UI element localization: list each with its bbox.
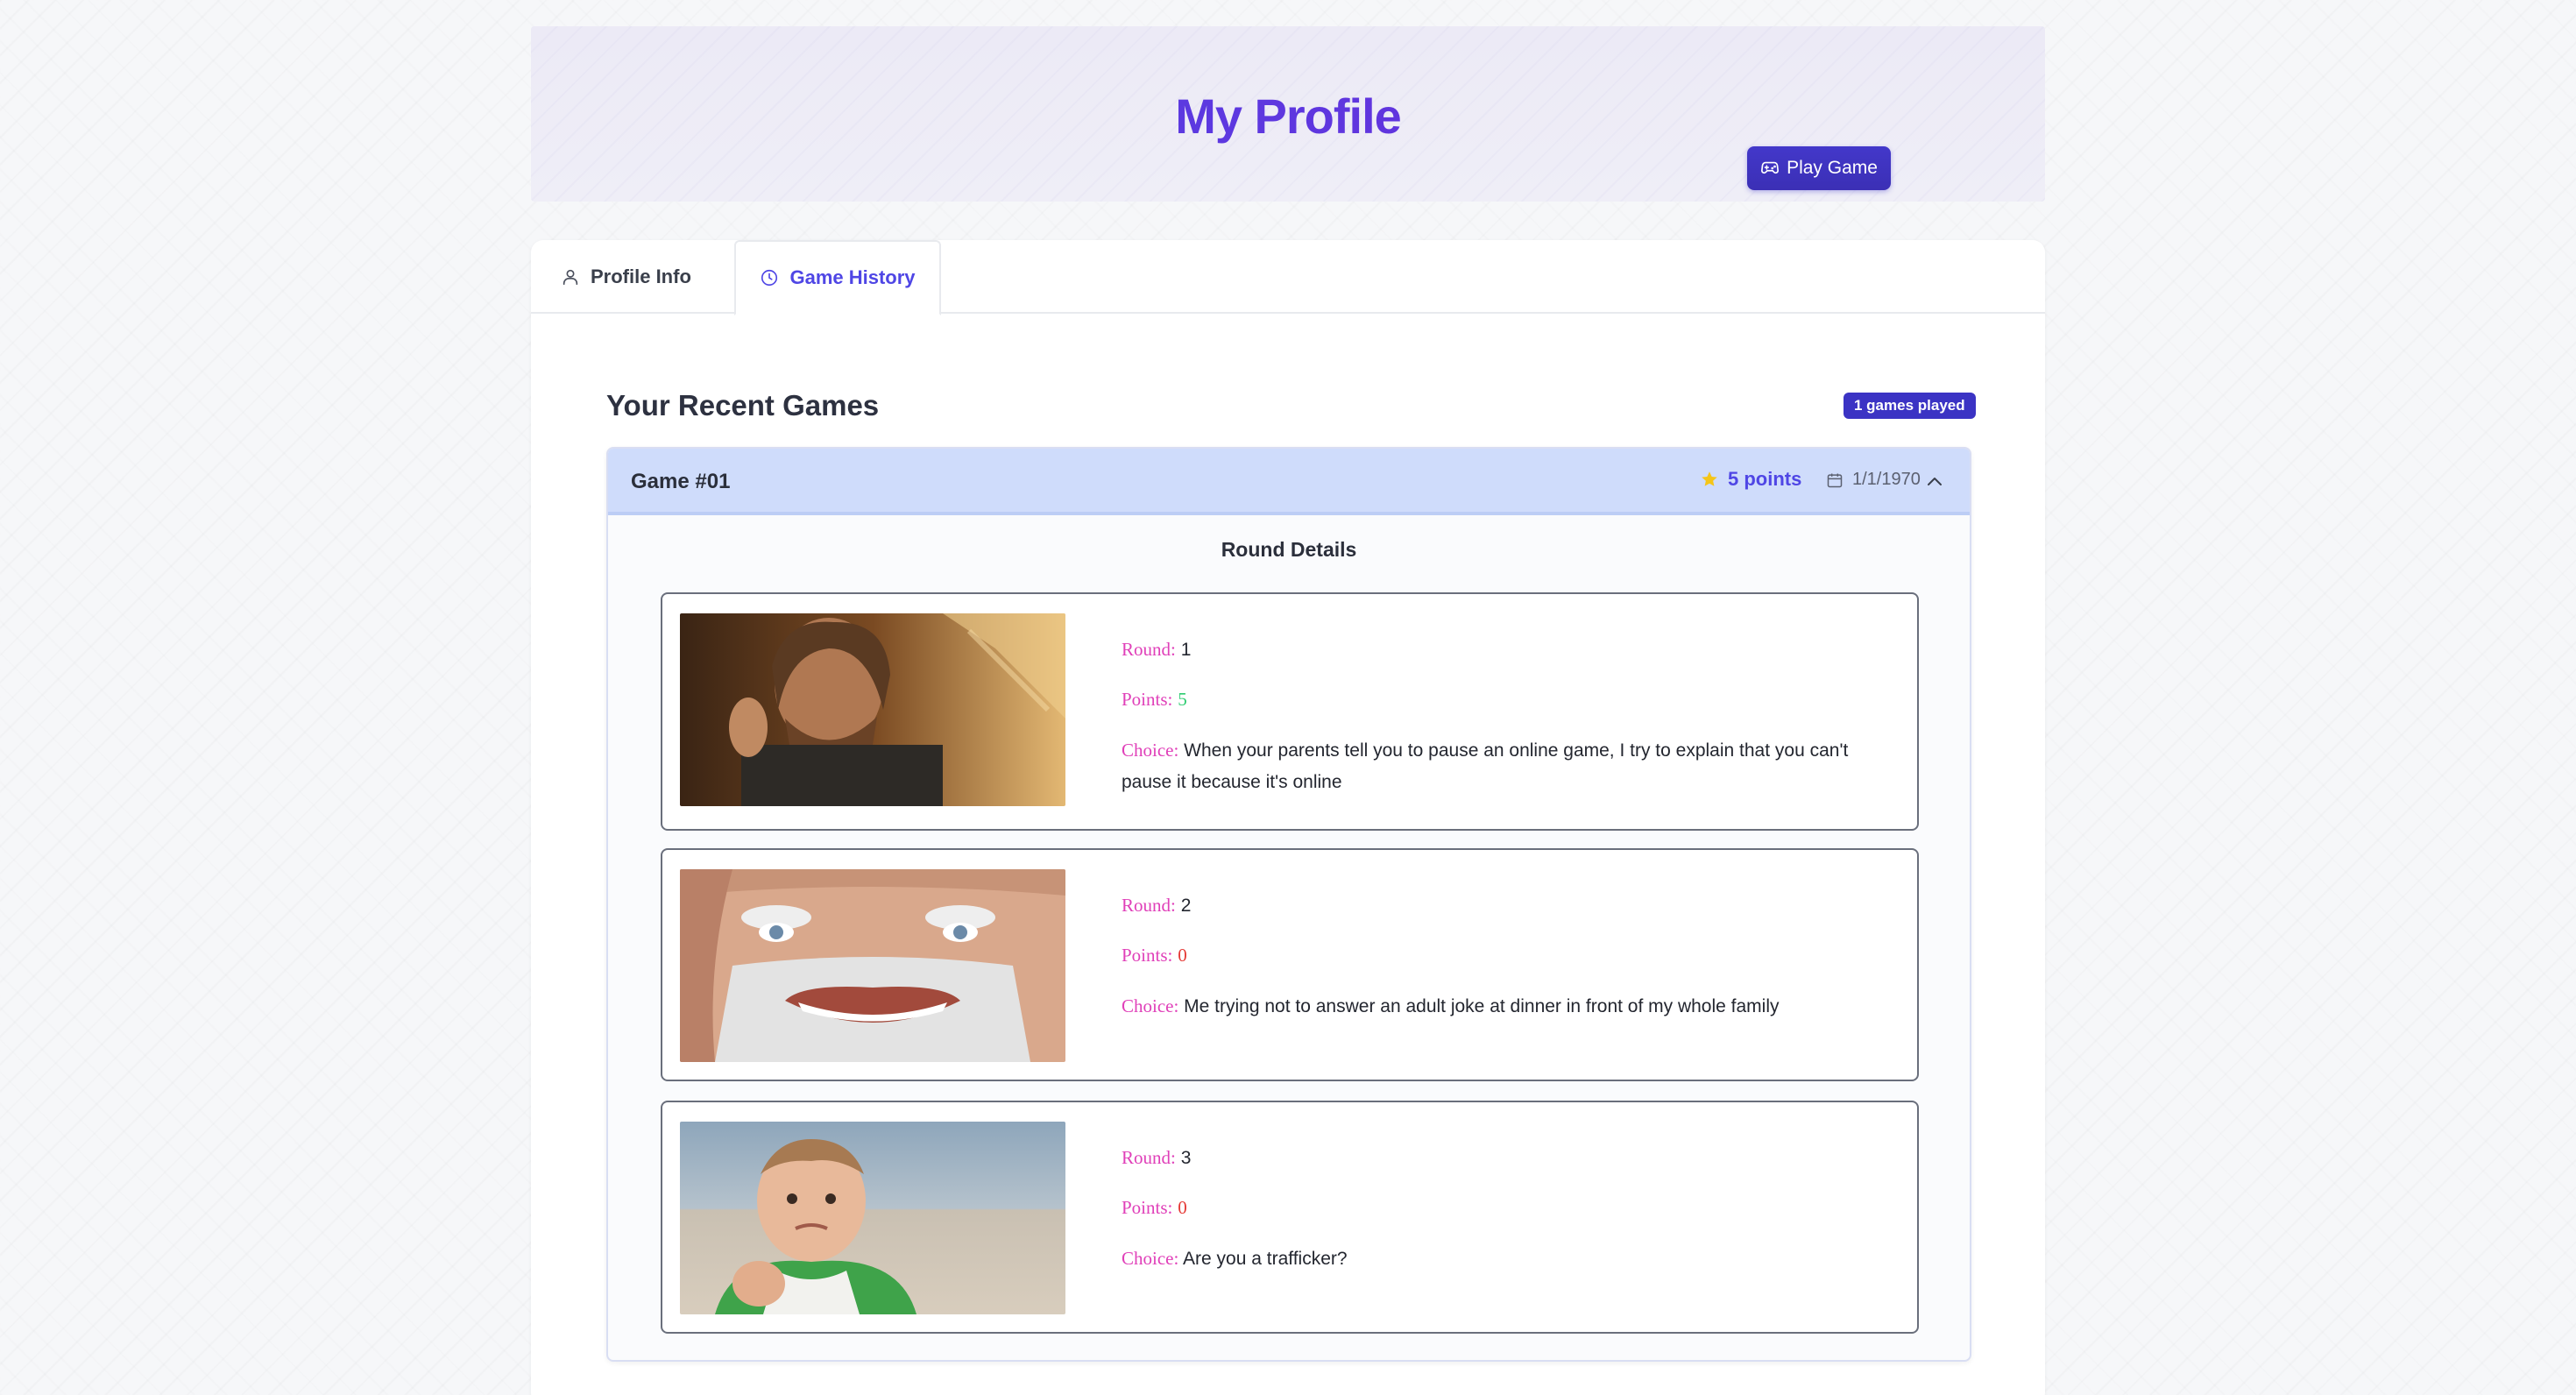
round-choice-line: Choice: When your parents tell you to pa… <box>1122 734 1893 798</box>
section-title: Your Recent Games <box>606 389 880 421</box>
round-card: Round: 1 Points: 5 Choice: When your par… <box>661 592 1919 831</box>
profile-card: Profile Info Game History Your Recent Ga… <box>531 240 2045 1395</box>
choice-label: Choice: <box>1122 740 1179 761</box>
game-date: 1/1/1970 <box>1826 470 1921 490</box>
round-number-line: Round: 2 <box>1122 890 1893 921</box>
round-label: Round: <box>1122 639 1176 660</box>
game-points: 5 points <box>1700 468 1801 491</box>
round-choice: Are you a trafficker? <box>1183 1249 1348 1269</box>
round-number: 1 <box>1180 640 1192 660</box>
round-number: 2 <box>1180 896 1192 916</box>
game-header[interactable]: Game #01 5 points 1/1/1970 <box>608 449 1970 515</box>
user-icon <box>563 269 578 286</box>
round-choice: Me trying not to answer an adult joke at… <box>1184 996 1780 1016</box>
tab-profile-info[interactable]: Profile Info <box>561 240 709 314</box>
round-meme-image <box>680 869 1065 1062</box>
tab-game-history[interactable]: Game History <box>734 240 941 315</box>
round-points: 5 <box>1178 689 1187 710</box>
clock-icon <box>761 269 778 287</box>
play-game-label: Play Game <box>1787 158 1878 178</box>
round-card: Round: 2 Points: 0 Choice: Me trying not… <box>661 848 1919 1081</box>
round-choice: When your parents tell you to pause an o… <box>1122 740 1849 792</box>
round-number-line: Round: 3 <box>1122 1143 1893 1173</box>
page-title: My Profile <box>531 88 2045 145</box>
calendar-icon <box>1827 473 1843 487</box>
play-game-button[interactable]: Play Game <box>1747 146 1891 190</box>
chevron-up-icon[interactable] <box>1924 471 1945 492</box>
game-panel: Game #01 5 points 1/1/1970 Round Details <box>606 447 1971 1362</box>
points-label: Points: <box>1122 689 1173 710</box>
round-choice-line: Choice: Are you a trafficker? <box>1122 1243 1893 1275</box>
choice-label: Choice: <box>1122 995 1179 1016</box>
choice-label: Choice: <box>1122 1248 1179 1269</box>
round-points-line: Points: 0 <box>1122 1193 1893 1223</box>
round-points-line: Points: 0 <box>1122 940 1893 971</box>
game-date-value: 1/1/1970 <box>1852 470 1921 489</box>
round-number-line: Round: 1 <box>1122 634 1893 665</box>
round-details-title: Round Details <box>1221 538 1357 561</box>
gamepad-icon <box>1761 161 1780 174</box>
points-label: Points: <box>1122 1197 1173 1218</box>
round-number: 3 <box>1180 1148 1192 1168</box>
tab-bar: Profile Info Game History <box>531 240 2045 315</box>
star-icon <box>1702 471 1717 486</box>
round-info: Round: 1 Points: 5 Choice: When your par… <box>1122 634 1893 818</box>
round-info: Round: 2 Points: 0 Choice: Me trying not… <box>1122 890 1893 1042</box>
tab-profile-info-label: Profile Info <box>591 266 691 287</box>
round-info: Round: 3 Points: 0 Choice: Are you a tra… <box>1122 1143 1893 1294</box>
round-points: 0 <box>1178 945 1187 966</box>
round-label: Round: <box>1122 1147 1176 1168</box>
round-meme-image <box>680 1122 1065 1314</box>
points-label: Points: <box>1122 945 1173 966</box>
round-meme-image <box>680 613 1065 806</box>
round-choice-line: Choice: Me trying not to answer an adult… <box>1122 990 1893 1023</box>
game-name: Game #01 <box>631 470 731 493</box>
round-card: Round: 3 Points: 0 Choice: Are you a tra… <box>661 1101 1919 1334</box>
profile-header-banner: My Profile Play Game <box>531 26 2045 202</box>
round-points: 0 <box>1178 1197 1187 1218</box>
round-points-line: Points: 5 <box>1122 684 1893 715</box>
games-played-badge: 1 games played <box>1844 393 1976 419</box>
game-points-value: 5 points <box>1728 468 1802 490</box>
round-label: Round: <box>1122 895 1176 916</box>
tab-game-history-label: Game History <box>789 266 916 288</box>
